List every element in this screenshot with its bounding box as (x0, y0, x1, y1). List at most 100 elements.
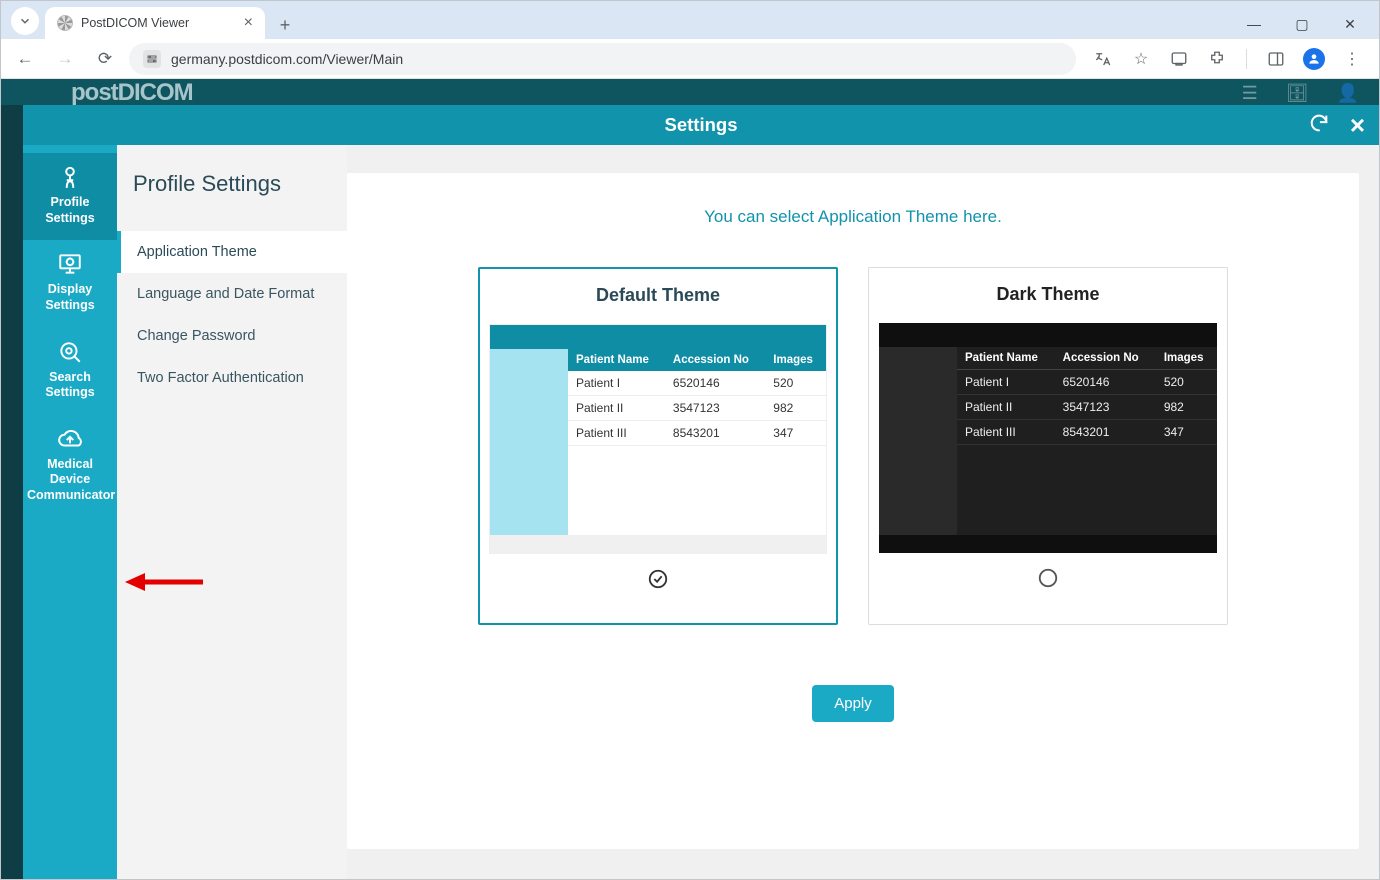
backdrop-user-icon: 👤 (1337, 83, 1359, 104)
theme-card-dark[interactable]: Dark Theme Patient Name Accession No (868, 267, 1228, 625)
side-panel-icon[interactable] (1263, 46, 1289, 72)
person-icon (27, 163, 113, 191)
theme-preview: Patient Name Accession No Images Patient… (879, 323, 1217, 553)
theme-card-default[interactable]: Default Theme Patient Name Accession No (478, 267, 838, 625)
subnav-item-2fa[interactable]: Two Factor Authentication (117, 357, 347, 399)
col-header: Images (1156, 347, 1217, 370)
browser-tab[interactable]: PostDICOM Viewer × (45, 7, 265, 39)
browser-window: PostDICOM Viewer × + — ▢ ✕ ← → ⟳ germany… (0, 0, 1380, 880)
tab-close-icon[interactable]: × (244, 15, 253, 31)
theme-card-title: Default Theme (596, 285, 720, 306)
sidebar-item-profile[interactable]: Profile Settings (23, 153, 117, 240)
app-topbar-icons-backdrop: ☰ 🗄 👤 (1242, 83, 1359, 104)
settings-main-panel: You can select Application Theme here. D… (347, 173, 1359, 849)
settings-title: Settings (665, 114, 738, 136)
page-title: Profile Settings (117, 145, 347, 231)
table-row: Patient III8543201347 (568, 421, 826, 446)
profile-avatar[interactable] (1301, 46, 1327, 72)
window-close-icon[interactable]: ✕ (1335, 16, 1365, 33)
tab-list-button[interactable] (11, 7, 39, 35)
apply-button[interactable]: Apply (812, 685, 894, 722)
new-tab-button[interactable]: + (271, 11, 299, 39)
theme-card-title: Dark Theme (996, 284, 1099, 305)
backdrop-list-icon: ☰ (1242, 83, 1258, 104)
monitor-gear-icon (27, 250, 113, 278)
window-minimize-icon[interactable]: — (1239, 16, 1269, 33)
window-maximize-icon[interactable]: ▢ (1287, 16, 1317, 33)
browser-toolbar: ← → ⟳ germany.postdicom.com/Viewer/Main … (1, 39, 1379, 79)
cell: Patient I (957, 370, 1055, 395)
cell: 347 (1156, 420, 1217, 445)
cell: 8543201 (1055, 420, 1156, 445)
theme-headline: You can select Application Theme here. (381, 207, 1325, 227)
table-row: Patient II3547123982 (568, 396, 826, 421)
toolbar-right: ☆ ⋮ (1084, 46, 1371, 72)
cell: 347 (765, 421, 826, 446)
sidebar-item-display[interactable]: Display Settings (23, 240, 117, 327)
sidebar-item-label: Search Settings (27, 370, 113, 401)
cell: Patient II (568, 396, 665, 421)
cell: 3547123 (1055, 395, 1156, 420)
translate-icon[interactable] (1090, 46, 1116, 72)
extensions-icon[interactable] (1204, 46, 1230, 72)
cell: Patient I (568, 371, 665, 396)
settings-subnav: Profile Settings Application Theme Langu… (117, 145, 347, 879)
sidebar-item-label: Profile Settings (27, 195, 113, 226)
radio-unselected-icon[interactable] (1037, 567, 1059, 594)
cell: 520 (765, 371, 826, 396)
sidebar-item-search[interactable]: Search Settings (23, 328, 117, 415)
settings-sidebar: Profile Settings Display Settings Search… (23, 145, 117, 879)
subnav-item-password[interactable]: Change Password (117, 315, 347, 357)
subnav-item-label: Application Theme (137, 244, 257, 260)
cell: Patient III (568, 421, 665, 446)
sidebar-item-label: Display Settings (27, 282, 113, 313)
cell: 3547123 (665, 396, 765, 421)
subnav-item-language[interactable]: Language and Date Format (117, 273, 347, 315)
bookmark-star-icon[interactable]: ☆ (1128, 46, 1154, 72)
settings-header: Settings × (23, 105, 1379, 145)
tab-favicon (57, 15, 73, 31)
settings-body: Profile Settings Display Settings Search… (23, 145, 1379, 879)
subnav-item-app-theme[interactable]: Application Theme (117, 231, 347, 273)
cell: 982 (765, 396, 826, 421)
subnav-item-label: Change Password (137, 328, 256, 344)
cell: Patient III (957, 420, 1055, 445)
cell: Patient II (957, 395, 1055, 420)
outer-left-strip (1, 105, 23, 879)
browser-tab-strip: PostDICOM Viewer × + — ▢ ✕ (1, 1, 1379, 39)
site-settings-icon[interactable] (143, 50, 161, 68)
install-app-icon[interactable] (1166, 46, 1192, 72)
cell: 520 (1156, 370, 1217, 395)
nav-back-button[interactable]: ← (9, 43, 41, 75)
tab-title: PostDICOM Viewer (81, 16, 189, 30)
col-header: Patient Name (568, 349, 665, 371)
refresh-icon[interactable] (1308, 112, 1330, 138)
kebab-menu-icon[interactable]: ⋮ (1339, 46, 1365, 72)
app-brand-hint: postDICOM (71, 79, 193, 107)
cloud-upload-icon (27, 425, 113, 453)
col-header: Accession No (1055, 347, 1156, 370)
col-header: Accession No (665, 349, 765, 371)
cell: 8543201 (665, 421, 765, 446)
cell: 982 (1156, 395, 1217, 420)
sidebar-item-label: Medical Device Communicator (27, 457, 113, 504)
col-header: Images (765, 349, 826, 371)
app-viewport: ☰ 🗄 👤 postDICOM Settings × (1, 79, 1379, 879)
cell: 6520146 (1055, 370, 1156, 395)
table-row: Patient I6520146520 (957, 370, 1217, 395)
close-icon[interactable]: × (1350, 112, 1365, 138)
radio-selected-icon[interactable] (647, 568, 669, 595)
themes-row: Default Theme Patient Name Accession No (381, 267, 1325, 625)
sidebar-item-mdc[interactable]: Medical Device Communicator (23, 415, 117, 518)
backdrop-db-icon: 🗄 (1286, 83, 1309, 104)
cell: 6520146 (665, 371, 765, 396)
col-header: Patient Name (957, 347, 1055, 370)
nav-reload-button[interactable]: ⟳ (89, 43, 121, 75)
table-row: Patient I6520146520 (568, 371, 826, 396)
table-row: Patient III8543201347 (957, 420, 1217, 445)
nav-forward-button[interactable]: → (49, 43, 81, 75)
address-bar[interactable]: germany.postdicom.com/Viewer/Main (129, 43, 1076, 75)
table-row: Patient II3547123982 (957, 395, 1217, 420)
magnifier-gear-icon (27, 338, 113, 366)
theme-preview: Patient Name Accession No Images Patient… (489, 324, 827, 554)
